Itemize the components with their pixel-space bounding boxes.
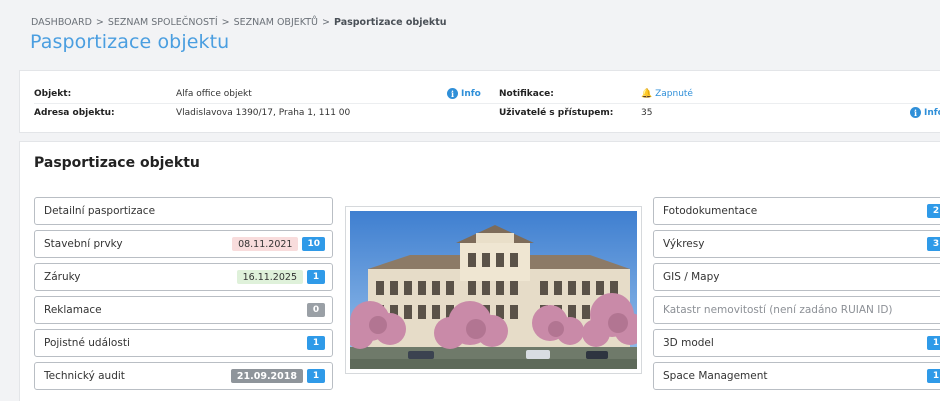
button-label: Space Management xyxy=(663,370,768,382)
button-label: Pojistné události xyxy=(44,337,130,349)
count-badge: 1 xyxy=(927,336,940,350)
notifications-toggle[interactable]: 🔔 Zapnuté xyxy=(641,89,693,99)
count-badge: 1 xyxy=(307,336,325,350)
space-management-button[interactable]: Space Management 1 xyxy=(653,362,940,390)
button-label: Fotodokumentace xyxy=(663,205,758,217)
breadcrumb-dashboard[interactable]: DASHBOARD xyxy=(31,17,92,28)
users-info-label: Info xyxy=(924,107,940,118)
count-badge: 3 xyxy=(927,237,940,251)
object-info-label: Info xyxy=(461,88,481,99)
info-circle-icon: i xyxy=(447,88,458,99)
button-label: 3D model xyxy=(663,337,714,349)
complaints-button[interactable]: Reklamace 0 xyxy=(34,296,333,324)
button-label: Technický audit xyxy=(44,370,125,382)
object-info-button[interactable]: i Info xyxy=(447,88,481,99)
breadcrumb: DASHBOARD > SEZNAM SPOLEČNOSTÍ > SEZNAM OBJE… xyxy=(31,17,447,28)
button-label: Detailní pasportizace xyxy=(44,205,156,217)
users-info-button[interactable]: i Info xyxy=(910,107,940,118)
notifications-label: Notifikace: xyxy=(499,89,554,99)
section-title: Pasportizace objektu xyxy=(34,155,200,171)
gis-maps-button[interactable]: GIS / Mapy xyxy=(653,263,940,291)
breadcrumb-objects[interactable]: SEZNAM OBJEKTŮ xyxy=(234,17,318,28)
detail-pasportization-button[interactable]: Detailní pasportizace xyxy=(34,197,333,225)
date-badge: 16.11.2025 xyxy=(236,270,303,284)
button-label: Záruky xyxy=(44,271,81,283)
technical-audit-button[interactable]: Technický audit 21.09.2018 1 xyxy=(34,362,333,390)
building-photo xyxy=(345,206,642,374)
page-title: Pasportizace objektu xyxy=(30,31,230,53)
breadcrumb-separator: > xyxy=(221,17,230,28)
date-badge: 21.09.2018 xyxy=(230,369,303,383)
breadcrumb-separator: > xyxy=(322,17,330,28)
date-badge: 08.11.2021 xyxy=(232,237,299,251)
button-label: Katastr nemovitostí (není zadáno RUIAN I… xyxy=(663,304,893,316)
button-label: Reklamace xyxy=(44,304,102,316)
object-label: Objekt: xyxy=(34,89,72,99)
count-badge: 2 xyxy=(927,204,940,218)
address-value: Vladislavova 1390/17, Praha 1, 111 00 xyxy=(176,108,351,118)
breadcrumb-separator: > xyxy=(95,17,104,28)
button-label: Výkresy xyxy=(663,238,705,250)
building-elements-button[interactable]: Stavební prvky 08.11.2021 10 xyxy=(34,230,333,258)
warranties-button[interactable]: Záruky 16.11.2025 1 xyxy=(34,263,333,291)
page-header: DASHBOARD > SEZNAM SPOLEČNOSTÍ > SEZNAM OBJE… xyxy=(0,0,940,62)
info-circle-icon: i xyxy=(910,107,921,118)
count-badge: 10 xyxy=(302,237,325,251)
users-value: 35 xyxy=(641,108,653,118)
cadastre-button[interactable]: Katastr nemovitostí (není zadáno RUIAN I… xyxy=(653,296,940,324)
count-badge: 1 xyxy=(307,369,325,383)
building-image xyxy=(350,211,637,369)
bell-icon: 🔔 xyxy=(641,89,653,99)
info-row-address: Adresa objektu: Vladislavova 1390/17, Pr… xyxy=(34,105,940,123)
users-label: Uživatelé s přístupem: xyxy=(499,108,614,118)
notifications-value: Zapnuté xyxy=(655,89,693,99)
pasportization-card: Pasportizace objektu Detailní pasportiza… xyxy=(19,141,940,401)
photo-documentation-button[interactable]: Fotodokumentace 2 xyxy=(653,197,940,225)
button-label: GIS / Mapy xyxy=(663,271,720,283)
insurance-events-button[interactable]: Pojistné události 1 xyxy=(34,329,333,357)
breadcrumb-companies[interactable]: SEZNAM SPOLEČNOSTÍ xyxy=(108,17,218,28)
count-badge: 1 xyxy=(927,369,940,383)
count-badge: 0 xyxy=(307,303,325,317)
address-label: Adresa objektu: xyxy=(34,108,115,118)
breadcrumb-current: Pasportizace objektu xyxy=(333,17,447,28)
object-value: Alfa office objekt xyxy=(176,89,252,99)
info-row-object: Objekt: Alfa office objekt i Info Notifi… xyxy=(34,86,940,104)
count-badge: 1 xyxy=(307,270,325,284)
object-info-card: Objekt: Alfa office objekt i Info Notifi… xyxy=(19,70,940,133)
drawings-button[interactable]: Výkresy 3 xyxy=(653,230,940,258)
3d-model-button[interactable]: 3D model 1 xyxy=(653,329,940,357)
button-label: Stavební prvky xyxy=(44,238,123,250)
